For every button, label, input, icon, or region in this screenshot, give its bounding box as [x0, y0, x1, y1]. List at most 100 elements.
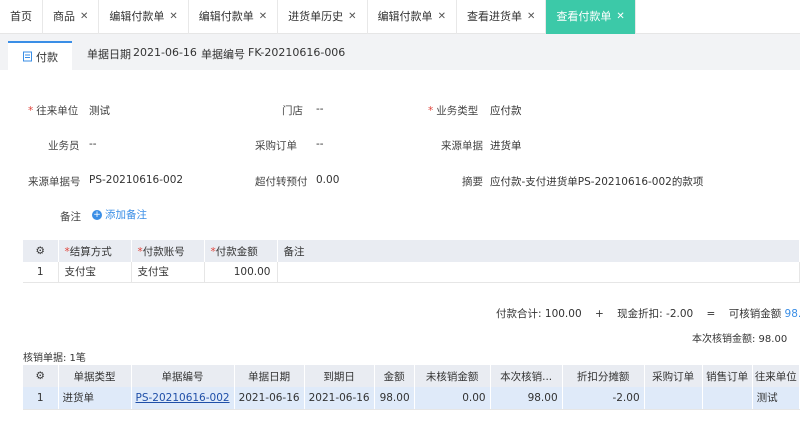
col-header: 备注	[277, 240, 800, 262]
discount-label: 现金折扣:	[617, 308, 663, 320]
source-no-label: 来源单据号	[28, 176, 81, 188]
partner-value: 测试	[89, 105, 110, 117]
overpay-label: 超付转预付	[255, 176, 308, 188]
gear-icon[interactable]: ⚙	[36, 245, 45, 257]
doc-no-link-text[interactable]: PS-20210616-002	[136, 392, 230, 404]
col-header: *付款金额	[204, 240, 278, 262]
close-icon[interactable]: ✕	[348, 0, 356, 34]
po-cell	[644, 387, 703, 410]
source-doc-value: 进货单	[490, 140, 522, 152]
remark-label: 备注	[60, 211, 81, 223]
tab-bar: 首页 商品 ✕ 编辑付款单 ✕ 编辑付款单 ✕ 进货单历史 ✕ 编辑付款单 ✕ 查看进货单…	[0, 0, 800, 34]
column-settings[interactable]: ⚙	[23, 365, 59, 387]
staff-label: 业务员	[48, 140, 80, 152]
col-header: 往来单位	[752, 365, 800, 387]
tab-label: 编辑付款单	[198, 10, 254, 23]
tab-edit-payment-2[interactable]: 编辑付款单 ✕	[189, 0, 279, 34]
close-icon[interactable]: ✕	[527, 0, 535, 34]
due-date-cell: 2021-06-16	[304, 387, 375, 410]
tab-label: 进货单历史	[288, 10, 344, 23]
add-remark-button[interactable]: + 添加备注	[92, 207, 147, 222]
col-header: *结算方式	[58, 240, 132, 262]
column-settings[interactable]: ⚙	[23, 240, 59, 262]
col-header: 销售订单	[702, 365, 753, 387]
equals-sign: =	[706, 308, 716, 320]
source-no-value: PS-20210616-002	[89, 174, 184, 186]
source-doc-label: 来源单据	[441, 140, 483, 152]
doc-no-value: FK-20210616-006	[248, 46, 346, 59]
pay-amount-cell[interactable]: 100.00	[204, 262, 278, 283]
tab-edit-payment-3[interactable]: 编辑付款单 ✕	[368, 0, 457, 34]
pay-total-value: 100.00	[544, 308, 582, 320]
pay-account-cell[interactable]: 支付宝	[131, 262, 205, 283]
date-label: 单据日期	[87, 48, 131, 61]
row-index: 1	[23, 262, 59, 283]
date-value: 2021-06-16	[133, 46, 197, 59]
writeoff-value: 98.00	[784, 308, 800, 320]
tab-label: 首页	[10, 10, 32, 23]
col-header: 单据日期	[234, 365, 305, 387]
document-icon	[23, 51, 32, 62]
tab-purchase-history[interactable]: 进货单历史 ✕	[278, 0, 368, 34]
totals-line: 付款合计: 100.00 + 现金折扣: -2.00 = 可核销金额 98.00	[496, 306, 800, 321]
doc-no-label: 单据编号	[201, 48, 245, 61]
col-header: 单据类型	[58, 365, 132, 387]
this-writeoff-cell: 98.00	[490, 387, 563, 410]
plus-sign: +	[594, 308, 604, 320]
po-label: 采购订单	[255, 140, 297, 152]
doc-date-cell: 2021-06-16	[234, 387, 305, 410]
doc-no-link[interactable]: PS-20210616-002	[131, 387, 235, 410]
summary-label: 摘要	[462, 176, 483, 188]
doc-tab-payment[interactable]: 付款	[8, 41, 72, 70]
col-header: *付款账号	[131, 240, 205, 262]
tab-label: 编辑付款单	[377, 10, 433, 23]
tab-edit-payment-1[interactable]: 编辑付款单 ✕	[99, 0, 189, 34]
doc-type-cell: 进货单	[58, 387, 132, 410]
partner-label: * 往来单位	[28, 105, 79, 117]
close-icon[interactable]: ✕	[80, 0, 88, 34]
biz-type-value: 应付款	[490, 105, 522, 117]
po-value: --	[316, 138, 324, 150]
plus-icon: +	[92, 209, 102, 220]
close-icon[interactable]: ✕	[438, 0, 446, 34]
col-header: 到期日	[304, 365, 375, 387]
tab-products[interactable]: 商品 ✕	[43, 0, 100, 34]
col-header: 采购订单	[644, 365, 703, 387]
amount-cell: 98.00	[374, 387, 415, 410]
store-label: 门店	[282, 105, 303, 117]
col-header: 金额	[374, 365, 415, 387]
writeoff-table: ⚙ 单据类型 单据编号 单据日期 到期日 金额 未核销金额 本次核销... 折扣…	[23, 365, 800, 410]
discount-cell: -2.00	[562, 387, 645, 410]
tab-view-payment[interactable]: 查看付款单 ✕	[546, 0, 636, 34]
tab-home[interactable]: 首页	[0, 0, 43, 34]
gear-icon[interactable]: ⚙	[36, 370, 45, 382]
tab-label: 查看付款单	[556, 10, 612, 23]
table-row[interactable]: 1 进货单 PS-20210616-002 2021-06-16 2021-06…	[23, 387, 800, 410]
staff-value: --	[89, 138, 97, 150]
biz-type-label: * 业务类型	[428, 105, 479, 117]
tab-label: 查看进货单	[466, 10, 522, 23]
close-icon[interactable]: ✕	[169, 0, 177, 34]
col-header: 折扣分摊额	[562, 365, 645, 387]
payment-table: ⚙ *结算方式 *付款账号 *付款金额 备注 1 支付宝 支付宝 100.00	[23, 240, 800, 283]
col-header: 本次核销...	[490, 365, 563, 387]
writeoff-label: 可核销金额	[728, 308, 782, 320]
close-icon[interactable]: ✕	[616, 0, 624, 34]
add-remark-label: 添加备注	[105, 209, 147, 221]
col-header: 单据编号	[131, 365, 235, 387]
writeoff-title: 核销单据: 1笔	[23, 353, 86, 364]
this-writeoff: 本次核销金额: 98.00	[692, 334, 788, 345]
close-icon[interactable]: ✕	[259, 0, 267, 34]
tab-label: 商品	[53, 10, 75, 23]
store-value: --	[316, 103, 324, 115]
overpay-value: 0.00	[316, 174, 340, 186]
doc-tab-label: 付款	[36, 50, 58, 64]
table-row[interactable]: 1 支付宝 支付宝 100.00	[23, 262, 800, 283]
tab-view-purchase[interactable]: 查看进货单 ✕	[457, 0, 547, 34]
pay-remark-cell[interactable]	[277, 262, 800, 283]
so-cell	[702, 387, 753, 410]
pay-method-cell[interactable]: 支付宝	[58, 262, 132, 283]
partner-cell: 测试	[752, 387, 800, 410]
tab-label: 编辑付款单	[109, 10, 165, 23]
pay-total-label: 付款合计:	[496, 308, 542, 320]
